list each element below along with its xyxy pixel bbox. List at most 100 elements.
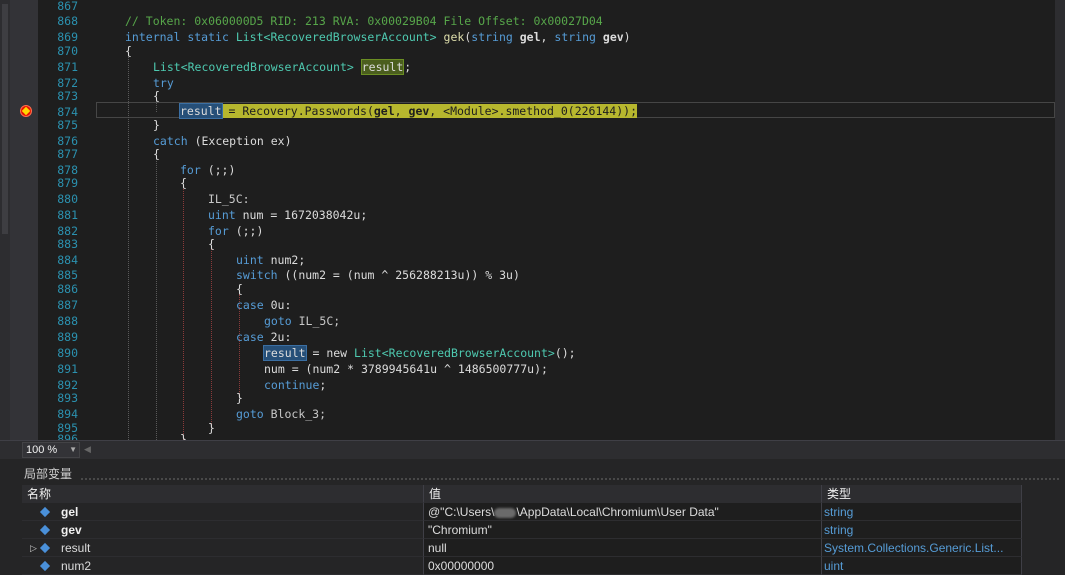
keyword: continue <box>264 378 320 392</box>
punct: ; <box>360 208 368 222</box>
indent-guide <box>128 52 129 440</box>
vertical-scrollbar[interactable] <box>1055 0 1065 440</box>
number: 3u <box>499 268 513 282</box>
number: 1486500777u <box>457 362 535 376</box>
code-line-873: { <box>153 89 160 103</box>
col-header-name[interactable]: 名称 <box>22 485 424 503</box>
col-header-value[interactable]: 值 <box>424 485 822 503</box>
indent-guide <box>211 248 212 428</box>
keyword: goto <box>264 314 292 328</box>
keyword: uint <box>208 208 236 222</box>
punct: , <box>540 30 548 44</box>
result-var-ref[interactable]: result <box>263 345 307 361</box>
value-cell[interactable]: "Chromium" <box>424 521 822 539</box>
type-name: List <box>235 30 264 44</box>
zoom-level: 100 % <box>26 444 58 456</box>
value-cell[interactable]: null <box>424 539 822 557</box>
result-var-highlight[interactable]: result <box>360 59 405 75</box>
left-scroll-strip <box>0 0 10 440</box>
code-line-884: uint num2; <box>236 253 305 267</box>
line-number: 892 <box>57 378 78 392</box>
code-line-887: case 0u: <box>236 298 291 312</box>
code-line-876: catch (Exception ex) <box>153 134 292 148</box>
for-cond: (;;) <box>200 163 236 177</box>
type-name: <RecoveredBrowserAccount> <box>263 30 437 44</box>
code-line-881: uint num = 1672038042u; <box>208 208 367 222</box>
line-number: 884 <box>57 253 78 267</box>
value-cell[interactable]: @"C:\Users\ \AppData\Local\Chromium\User … <box>424 503 822 521</box>
line-number: 889 <box>57 330 78 344</box>
line-number: 878 <box>57 163 78 177</box>
code-area[interactable]: // Token: 0x060000D5 RID: 213 RVA: 0x000… <box>98 0 1065 440</box>
line-number: 876 <box>57 134 78 148</box>
line-number: 877 <box>57 147 78 161</box>
expand-triangle-icon[interactable]: ▷ <box>30 539 37 556</box>
line-number: 880 <box>57 192 78 206</box>
editor-status-bar: 100 % ▼ ◀ <box>0 440 1065 459</box>
var-name: num2 <box>61 559 92 573</box>
locals-panel: 局部变量 名称 值 类型 gel @"C:\Users\ \AppData\Loc… <box>0 459 1065 575</box>
code-editor[interactable]: 867 868 869 870 871 872 873 874 875 876 … <box>0 0 1065 440</box>
keyword: static <box>187 30 229 44</box>
method-name: gek <box>443 30 465 44</box>
label: IL_5C: <box>208 192 250 206</box>
var-name: gev <box>61 523 82 537</box>
col-header-type[interactable]: 类型 <box>822 485 1022 503</box>
code-line-872: try <box>153 76 174 90</box>
keyword: case <box>236 298 264 312</box>
catch-clause: (Exception ex) <box>194 134 292 148</box>
line-number: 872 <box>57 76 78 90</box>
stmt-gev: gev <box>408 104 430 118</box>
code-line-896: } <box>180 432 187 440</box>
code-part: num = (num2 * <box>264 362 361 376</box>
for-cond: (;;) <box>228 224 264 238</box>
variable-icon <box>39 524 51 536</box>
panel-grip[interactable] <box>80 477 1061 482</box>
table-row[interactable]: gev "Chromium" string <box>22 521 1022 539</box>
grid-header: 名称 值 类型 <box>22 485 1022 503</box>
type-name: List <box>153 60 181 74</box>
comment: // Token: 0x060000D5 RID: 213 RVA: 0x000… <box>125 14 603 28</box>
locals-grid: 名称 值 类型 gel @"C:\Users\ \AppData\Local\Ch… <box>22 485 1022 575</box>
code-part: num2; <box>263 253 306 267</box>
code-part: 0u: <box>263 298 292 312</box>
line-number: 883 <box>57 237 78 251</box>
indent-guide <box>183 186 184 440</box>
keyword: string <box>554 30 596 44</box>
variable-icon <box>39 542 51 554</box>
result-var-selected[interactable]: result <box>179 103 223 119</box>
table-row[interactable]: gel @"C:\Users\ \AppData\Local\Chromium\U… <box>22 503 1022 521</box>
name-cell: gel <box>22 503 424 521</box>
table-row[interactable]: ▷ result null System.Collections.Generic… <box>22 539 1022 557</box>
code-line-891: num = (num2 * 3789945641u ^ 1486500777u)… <box>264 362 548 376</box>
table-row[interactable]: num2 0x00000000 uint <box>22 557 1022 575</box>
code-line-880: IL_5C: <box>208 192 250 206</box>
param-gel: gel <box>519 30 541 44</box>
code-part: 2u: <box>263 330 292 344</box>
type-cell: System.Collections.Generic.List... <box>822 539 1022 557</box>
line-number: 896 <box>57 432 78 440</box>
value-part: @"C:\Users\ <box>428 505 495 519</box>
value-cell[interactable]: 0x00000000 <box>424 557 822 575</box>
code-line-874-current-statement[interactable]: result = Recovery.Passwords(gel, gev, <M… <box>179 103 638 119</box>
line-number: 867 <box>57 0 78 13</box>
code-line-888: goto IL_5C; <box>264 314 340 328</box>
scroll-left-icon[interactable]: ◀ <box>84 444 91 455</box>
locals-panel-header: 局部变量 <box>0 464 1065 484</box>
stmt-gel: gel <box>373 104 395 118</box>
zoom-dropdown[interactable]: 100 % ▼ <box>22 442 80 458</box>
code-part: num = <box>235 208 285 222</box>
indent-guide <box>156 156 157 440</box>
code-line-893: } <box>236 391 243 405</box>
type-cell: uint <box>822 557 1022 575</box>
number: 256288213u <box>395 268 465 282</box>
code-line-870: { <box>125 44 132 58</box>
breakpoint-current-statement-icon[interactable] <box>20 105 32 117</box>
keyword: string <box>471 30 513 44</box>
keyword: switch <box>236 268 278 282</box>
keyword: for <box>180 163 201 177</box>
line-number-gutter: 867 868 869 870 871 872 873 874 875 876 … <box>38 0 80 440</box>
breakpoint-margin[interactable] <box>10 0 38 440</box>
var-name: gel <box>61 505 79 519</box>
code-line-889: case 2u: <box>236 330 291 344</box>
